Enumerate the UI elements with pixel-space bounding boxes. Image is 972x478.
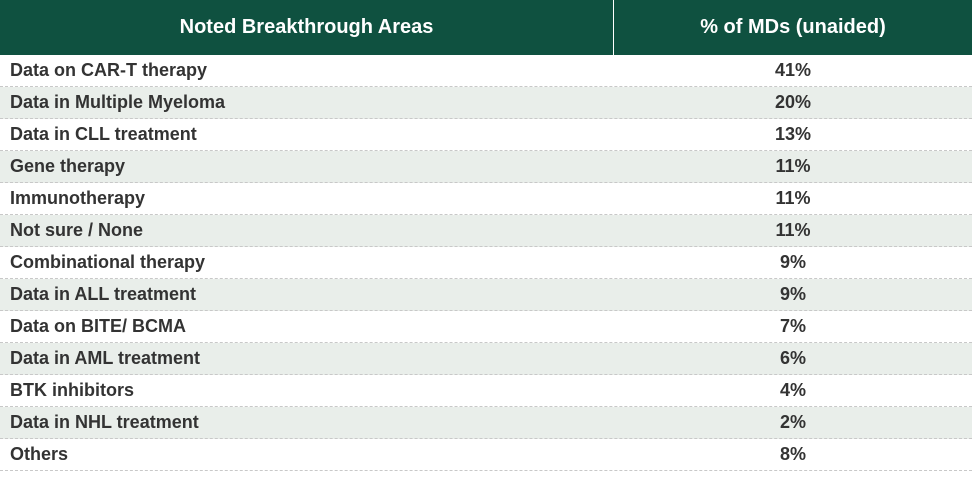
- row-label: BTK inhibitors: [10, 380, 134, 400]
- row-value: 13%: [774, 124, 812, 144]
- table-row: Data in Multiple Myeloma 20%: [0, 87, 972, 119]
- row-label: Data on CAR-T therapy: [10, 60, 208, 80]
- row-label: Data on BITE/ BCMA: [10, 316, 187, 336]
- row-value: 2%: [779, 412, 806, 432]
- breakthrough-areas-table: Noted Breakthrough Areas % of MDs (unaid…: [0, 0, 972, 471]
- table-row: Data in NHL treatment 2%: [0, 407, 972, 439]
- table-row: BTK inhibitors 4%: [0, 375, 972, 407]
- row-label: Immunotherapy: [10, 188, 146, 208]
- row-value: 6%: [779, 348, 806, 368]
- row-value: 4%: [779, 380, 806, 400]
- row-label: Data in CLL treatment: [10, 124, 197, 144]
- row-value: 7%: [779, 316, 806, 336]
- row-value: 9%: [779, 284, 806, 304]
- row-label: Data in NHL treatment: [10, 412, 199, 432]
- row-label: Gene therapy: [10, 156, 126, 176]
- row-label: Data in Multiple Myeloma: [10, 92, 226, 112]
- row-label: Data in ALL treatment: [10, 284, 197, 304]
- row-value: 8%: [779, 444, 806, 464]
- row-label: Data in AML treatment: [10, 348, 201, 368]
- row-value: 11%: [775, 220, 811, 240]
- row-value: 9%: [779, 252, 806, 272]
- row-value: 41%: [774, 60, 812, 80]
- table-header: Noted Breakthrough Areas % of MDs (unaid…: [0, 0, 972, 55]
- row-label: Not sure / None: [10, 220, 144, 240]
- table-row: Data on BITE/ BCMA 7%: [0, 311, 972, 343]
- row-value: 11%: [775, 188, 811, 208]
- row-label: Others: [10, 444, 69, 464]
- table-row: Data in AML treatment 6%: [0, 343, 972, 375]
- table-body: Data on CAR-T therapy 41% Data in Multiple…: [0, 55, 972, 471]
- row-value: 20%: [774, 92, 812, 112]
- table-row: Data in ALL treatment 9%: [0, 279, 972, 311]
- column-header-areas: Noted Breakthrough Areas: [0, 0, 614, 55]
- column-header-percent: % of MDs (unaided): [700, 16, 886, 38]
- table-row: Combinational therapy 9%: [0, 247, 972, 279]
- table-row: Data in CLL treatment 13%: [0, 119, 972, 151]
- table-row: Data on CAR-T therapy 41%: [0, 55, 972, 87]
- row-label: Combinational therapy: [10, 252, 206, 272]
- row-value: 11%: [775, 156, 811, 176]
- table-row: Immunotherapy 11%: [0, 183, 972, 215]
- table-row: Not sure / None 11%: [0, 215, 972, 247]
- table-row: Gene therapy 11%: [0, 151, 972, 183]
- table-row: Others 8%: [0, 439, 972, 471]
